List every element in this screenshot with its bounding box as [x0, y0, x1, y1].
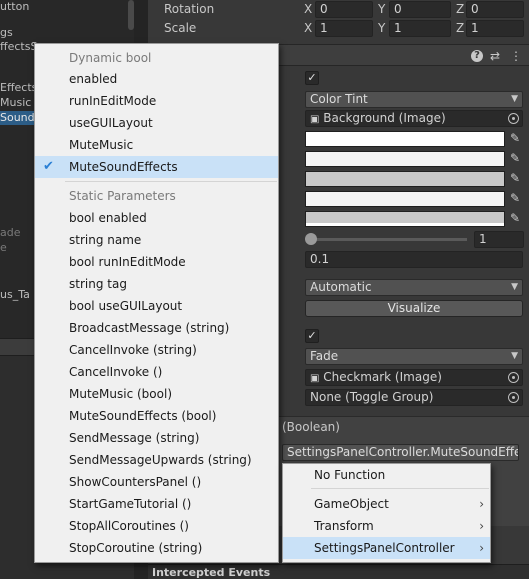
menu-item[interactable]: bool useGUILayout: [35, 295, 278, 317]
menu-item[interactable]: ShowCountersPanel (): [35, 471, 278, 493]
checkmark-icon: ✔: [43, 159, 54, 174]
object-picker-icon[interactable]: [508, 392, 519, 403]
menu-item[interactable]: bool runInEditMode: [35, 251, 278, 273]
function-root-menu: No Function GameObject › Transform › Set…: [282, 463, 491, 563]
eyedropper-icon[interactable]: ✎: [510, 131, 520, 145]
chevron-down-icon: ▼: [511, 351, 518, 361]
menu-item-run-in-edit-mode[interactable]: runInEditMode: [35, 90, 278, 112]
hierarchy-item[interactable]: gs: [0, 26, 40, 40]
menu-item[interactable]: StartGameTutorial (): [35, 493, 278, 515]
chevron-down-icon: ▼: [511, 94, 518, 104]
image-icon: ▣: [310, 114, 320, 125]
axis-x-label[interactable]: X: [304, 21, 312, 35]
menu-item-gameobject[interactable]: GameObject ›: [283, 493, 490, 515]
navigation-value: Automatic: [310, 280, 372, 294]
eyedropper-icon[interactable]: ✎: [510, 151, 520, 165]
fade-duration-field[interactable]: 0.1: [305, 251, 523, 268]
menu-item[interactable]: SendMessage (string): [35, 427, 278, 449]
menu-item[interactable]: StopCoroutine (string): [35, 537, 278, 559]
eyedropper-icon[interactable]: ✎: [510, 171, 520, 185]
hierarchy-item[interactable]: utton: [0, 0, 60, 14]
interactable-checkbox[interactable]: ✓: [305, 71, 319, 85]
image-icon: ▣: [310, 373, 320, 384]
disabled-color-swatch[interactable]: [305, 211, 505, 227]
scale-x-field[interactable]: 1: [315, 20, 373, 37]
rotation-y-field[interactable]: 0: [389, 1, 451, 18]
menu-item[interactable]: CancelInvoke (): [35, 361, 278, 383]
menu-item-enabled[interactable]: enabled: [35, 68, 278, 90]
highlighted-color-swatch[interactable]: [305, 151, 505, 167]
function-dropdown[interactable]: SettingsPanelController.MuteSoundEffe▾: [282, 444, 519, 461]
eyedropper-icon[interactable]: ✎: [510, 191, 520, 205]
color-multiplier-slider-handle[interactable]: [305, 233, 317, 245]
menu-item[interactable]: SendMessageUpwards (string): [35, 449, 278, 471]
menu-item[interactable]: bool enabled: [35, 207, 278, 229]
chevron-right-icon: ›: [479, 497, 484, 511]
rotation-z-field[interactable]: 0: [466, 1, 524, 18]
intercepted-events-title: Intercepted Events: [152, 566, 271, 579]
menu-item[interactable]: MuteMusic (bool): [35, 383, 278, 405]
menu-separator: [65, 181, 277, 182]
target-graphic-value: Background (Image): [323, 111, 446, 125]
menu-item-label: GameObject: [314, 497, 389, 511]
chevron-right-icon: ›: [479, 541, 484, 555]
selected-color-swatch[interactable]: [305, 191, 505, 207]
menu-item[interactable]: CancelInvoke (string): [35, 339, 278, 361]
preset-icon[interactable]: ⇄: [490, 49, 500, 63]
toggle-transition-dropdown[interactable]: Fade ▼: [305, 348, 523, 365]
menu-item-label: MuteSoundEffects: [69, 160, 178, 174]
function-popup-menu: Dynamic bool enabled runInEditMode useGU…: [34, 43, 279, 563]
object-picker-icon[interactable]: [508, 113, 519, 124]
axis-y-label[interactable]: Y: [378, 21, 385, 35]
menu-item-settings-panel-controller[interactable]: SettingsPanelController ›: [283, 537, 490, 559]
menu-item[interactable]: string name: [35, 229, 278, 251]
menu-item[interactable]: MuteSoundEffects (bool): [35, 405, 278, 427]
transition-dropdown[interactable]: Color Tint ▼: [305, 91, 523, 108]
normal-color-swatch[interactable]: [305, 131, 505, 147]
axis-z-label[interactable]: Z: [456, 21, 464, 35]
menu-item-mute-music[interactable]: MuteMusic: [35, 134, 278, 156]
axis-x-label[interactable]: X: [304, 2, 312, 16]
group-value: None (Toggle Group): [310, 390, 434, 404]
rotation-x-field[interactable]: 0: [315, 1, 373, 18]
menu-item-use-gui-layout[interactable]: useGUILayout: [35, 112, 278, 134]
scale-z-field[interactable]: 1: [466, 20, 524, 37]
chevron-right-icon: ›: [479, 519, 484, 533]
menu-separator: [311, 488, 489, 489]
toggle-transition-value: Fade: [310, 349, 339, 363]
scale-label: Scale: [164, 21, 197, 35]
event-label: (Boolean): [282, 420, 340, 434]
dynamic-bool-header: Dynamic bool: [69, 51, 152, 65]
rotation-label: Rotation: [164, 2, 215, 16]
menu-item[interactable]: BroadcastMessage (string): [35, 317, 278, 339]
menu-item-no-function[interactable]: No Function: [283, 464, 490, 486]
group-field[interactable]: None (Toggle Group): [305, 389, 523, 406]
graphic-value: Checkmark (Image): [323, 370, 442, 384]
menu-item-label: Transform: [314, 519, 374, 533]
menu-item[interactable]: StopAllCoroutines (): [35, 515, 278, 537]
pressed-color-swatch[interactable]: [305, 171, 505, 187]
is-on-checkbox[interactable]: ✓: [305, 329, 319, 343]
context-menu-icon[interactable]: ⋮: [510, 49, 522, 63]
axis-z-label[interactable]: Z: [456, 2, 464, 16]
visualize-button[interactable]: Visualize: [305, 300, 523, 317]
object-picker-icon[interactable]: [508, 372, 519, 383]
axis-y-label[interactable]: Y: [378, 2, 385, 16]
scale-y-field[interactable]: 1: [389, 20, 451, 37]
chevron-down-icon: ▼: [511, 282, 518, 292]
transition-value: Color Tint: [310, 92, 368, 106]
help-icon[interactable]: ?: [471, 50, 483, 62]
color-multiplier-field[interactable]: 1: [474, 231, 524, 248]
menu-item-transform[interactable]: Transform ›: [283, 515, 490, 537]
menu-item[interactable]: string tag: [35, 273, 278, 295]
color-multiplier-slider-track[interactable]: [311, 238, 467, 241]
target-graphic-field[interactable]: ▣ Background (Image): [305, 110, 523, 127]
navigation-dropdown[interactable]: Automatic ▼: [305, 279, 523, 296]
menu-item-mute-sound-effects[interactable]: ✔ MuteSoundEffects: [35, 156, 278, 178]
static-parameters-header: Static Parameters: [69, 189, 176, 203]
menu-item-label: SettingsPanelController: [314, 541, 455, 555]
graphic-field[interactable]: ▣ Checkmark (Image): [305, 369, 523, 386]
eyedropper-icon[interactable]: ✎: [510, 211, 520, 225]
intercepted-events-bar[interactable]: Intercepted Events: [148, 564, 529, 579]
